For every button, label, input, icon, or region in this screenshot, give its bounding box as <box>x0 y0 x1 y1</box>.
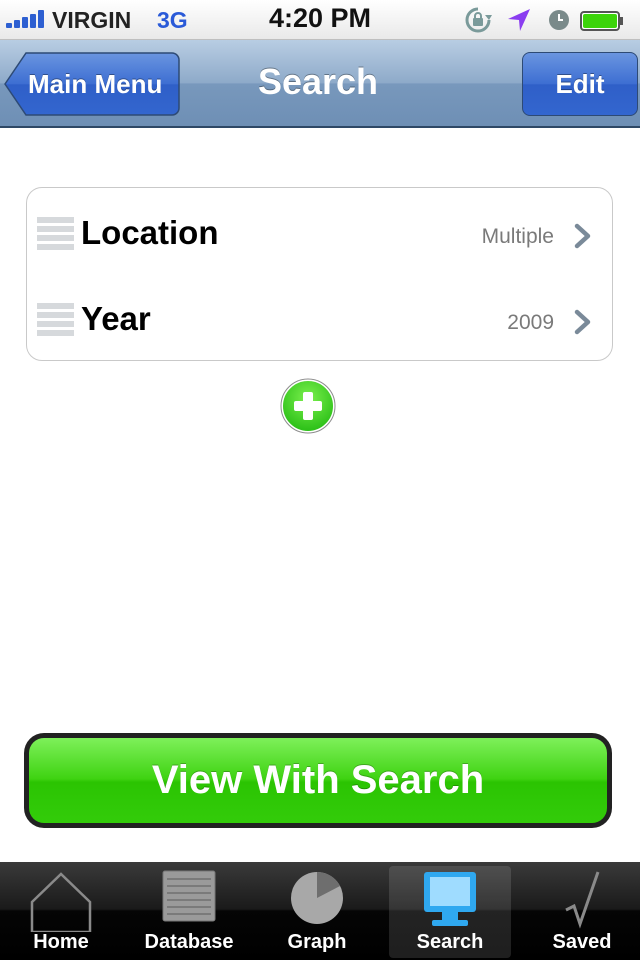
filter-row-year[interactable]: Year 2009 <box>27 278 614 364</box>
tab-label: Graph <box>287 931 347 953</box>
filter-label: Year <box>81 300 151 337</box>
rotation-lock-icon <box>465 7 492 33</box>
view-with-search-button[interactable]: View With Search <box>24 733 612 828</box>
tab-label: Home <box>33 931 89 953</box>
edit-button[interactable]: Edit <box>522 52 638 116</box>
status-icons <box>464 5 634 35</box>
tab-label: Database <box>144 931 234 953</box>
filter-value: 2009 <box>507 311 554 334</box>
checkmark-icon <box>565 871 600 929</box>
back-button-label: Main Menu <box>28 69 163 99</box>
add-filter-button[interactable] <box>280 378 336 434</box>
reorder-handle-icon[interactable] <box>37 217 74 251</box>
status-bar: VIRGIN 3G 4:20 PM <box>0 0 640 40</box>
monitor-icon <box>424 872 476 926</box>
filter-row-location[interactable]: Location Multiple <box>27 192 614 278</box>
graph-icon <box>291 872 343 924</box>
tab-label: Saved <box>552 931 612 953</box>
tab-saved[interactable]: Saved <box>521 866 640 958</box>
alarm-clock-icon <box>549 10 569 30</box>
tab-label: Search <box>416 931 484 953</box>
tab-home[interactable]: Home <box>0 866 122 958</box>
view-with-search-label: View With Search <box>29 738 607 823</box>
tab-database[interactable]: Database <box>128 866 250 958</box>
main-menu-back-button[interactable]: Main Menu <box>4 52 180 116</box>
database-icon <box>162 870 216 922</box>
reorder-handle-icon[interactable] <box>37 303 74 337</box>
filter-label: Location <box>81 214 219 251</box>
page-title: Search <box>257 61 379 102</box>
navigation-bar: Main Menu Search Edit <box>0 40 640 128</box>
home-icon <box>30 872 92 932</box>
search-filter-list: Location Multiple Year 2009 <box>26 187 613 361</box>
tab-search[interactable]: Search <box>389 866 511 958</box>
tab-bar: Home Database Graph Search Saved <box>0 862 640 960</box>
chevron-right-icon <box>574 223 591 249</box>
location-arrow-icon <box>508 9 530 31</box>
tab-graph[interactable]: Graph <box>256 866 378 958</box>
filter-value: Multiple <box>481 225 554 248</box>
battery-icon <box>580 11 623 31</box>
chevron-right-icon <box>574 309 591 335</box>
